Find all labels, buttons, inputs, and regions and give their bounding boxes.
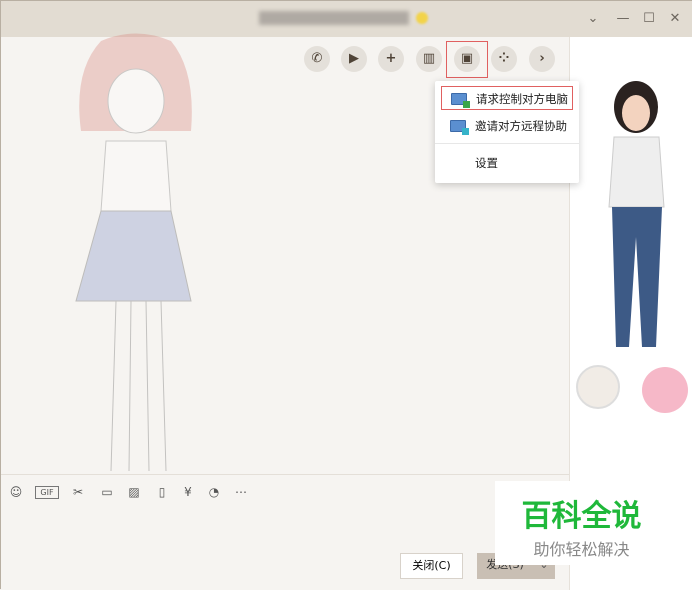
watermark-title: 百科全说 [521, 499, 642, 534]
video-icon[interactable]: ▶ [341, 46, 367, 72]
apps-icon[interactable]: ⁘ [491, 46, 517, 72]
remote-control-icon [451, 93, 470, 108]
background-girl-illustration [75, 33, 192, 472]
menu-label: 设置 [475, 156, 498, 170]
close-window-button[interactable]: ✕ [665, 9, 685, 29]
emoji-icon[interactable]: ☺ [7, 483, 25, 501]
more-icon[interactable]: ⋯ [232, 483, 250, 501]
dropdown-button[interactable]: ⌄ [583, 9, 603, 29]
watermark: 百科全说 助你轻松解决 [495, 481, 668, 565]
maximize-button[interactable]: ☐ [639, 9, 659, 29]
shake-icon[interactable]: ▯ [153, 483, 171, 501]
remote-assist-menu: 请求控制对方电脑 邀请对方远程协助 设置 [435, 81, 579, 183]
screen-share-icon[interactable]: ▥ [416, 46, 442, 72]
blurred-title [259, 11, 409, 25]
contact-avatar[interactable] [576, 365, 620, 409]
menu-item-request-control[interactable]: 请求控制对方电脑 [441, 86, 573, 110]
folder-icon[interactable]: ▭ [98, 483, 116, 501]
menu-item-invite-assist[interactable]: 邀请对方远程协助 [441, 114, 573, 138]
menu-item-settings[interactable]: 设置 [441, 151, 573, 175]
music-icon[interactable]: ◔ [205, 483, 223, 501]
watermark-subtitle: 助你轻松解决 [533, 540, 630, 559]
add-chat-icon[interactable]: + [378, 46, 404, 72]
menu-divider [435, 143, 579, 144]
minimize-button[interactable]: — [613, 9, 633, 29]
close-button[interactable]: 关闭(C) [400, 553, 463, 579]
remote-assist-icon [450, 120, 469, 135]
menu-label: 邀请对方远程协助 [475, 119, 567, 133]
red-packet-icon[interactable]: ¥ [179, 483, 197, 501]
gif-icon[interactable]: GIF [35, 486, 59, 499]
phone-icon[interactable]: ✆ [304, 46, 330, 72]
menu-label: 请求控制对方电脑 [476, 92, 568, 106]
user-3d-avatar [608, 81, 665, 347]
scissors-icon[interactable]: ✂ [69, 483, 87, 501]
status-icon [416, 12, 428, 24]
my-avatar[interactable] [642, 367, 688, 413]
more-arrow-icon[interactable]: › [529, 46, 555, 72]
image-icon[interactable]: ▨ [125, 483, 143, 501]
highlight-box [446, 41, 488, 78]
input-divider [1, 474, 569, 475]
